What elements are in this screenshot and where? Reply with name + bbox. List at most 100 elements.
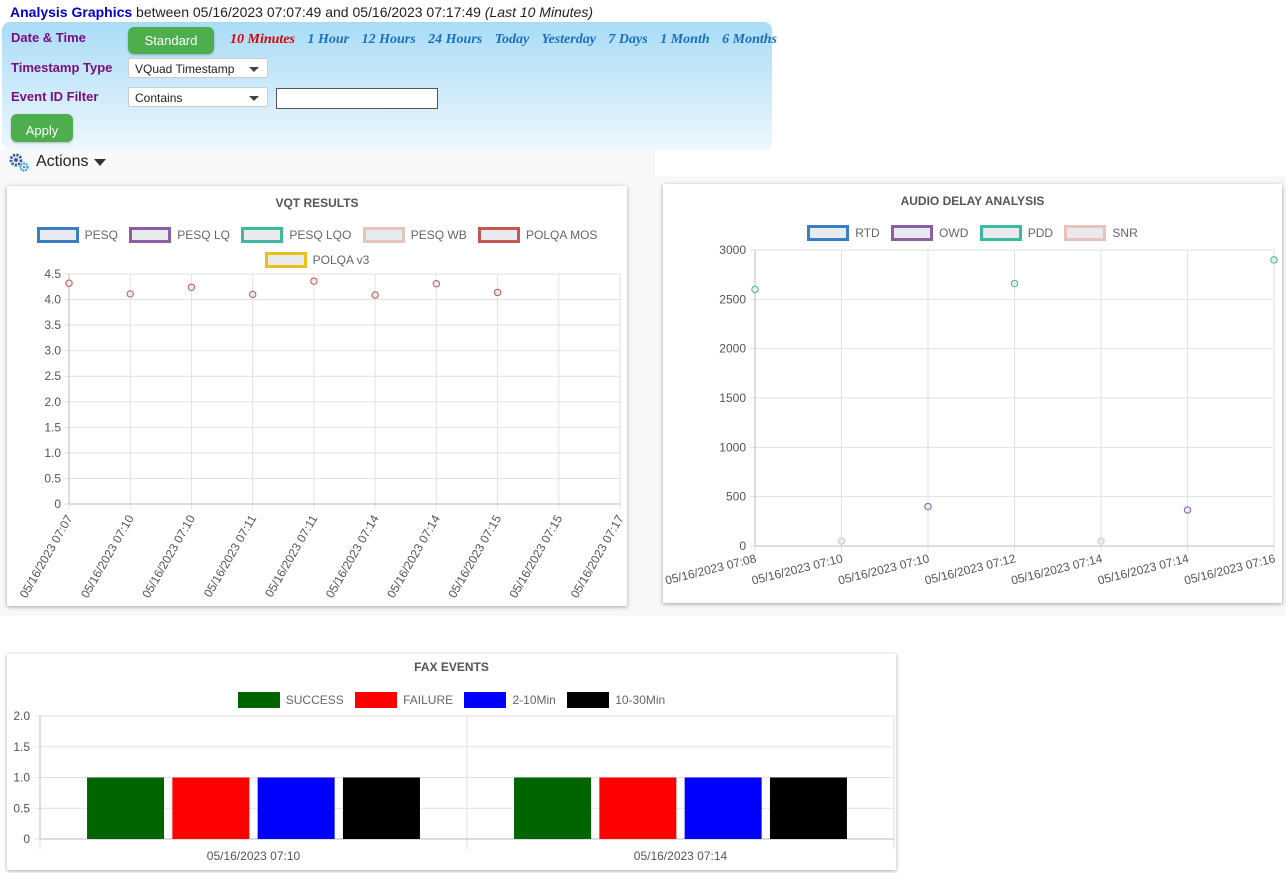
x-tick-label: 05/16/2023 07:14: [1010, 551, 1104, 587]
bar: [514, 777, 592, 839]
y-tick-label: 0: [739, 539, 746, 553]
y-tick-label: 4.5: [44, 267, 61, 281]
y-tick-label: 1500: [719, 391, 746, 405]
y-tick-label: 2500: [719, 292, 746, 306]
x-tick-label: 05/16/2023 07:17: [568, 512, 627, 600]
x-tick-label: 05/16/2023 07:16: [1183, 551, 1277, 587]
x-tick-label: 05/16/2023 07:10: [750, 551, 844, 587]
data-point: [1010, 279, 1019, 288]
bar: [342, 777, 420, 839]
data-point: [1183, 506, 1192, 514]
vqt-results-card: VQT RESULTS PESQ PESQ LQ PESQ LQO PESQ W…: [7, 186, 627, 606]
chevron-down-icon: [249, 67, 259, 72]
actions-menu[interactable]: Actions: [8, 152, 107, 172]
x-tick-label: 05/16/2023 07:10: [78, 512, 137, 600]
vqt-chart-plot: 0 0.5 1.0 1.5 2.0 2.5 3.0 3.5 4.0 4.5 05/16/2023 0…: [17, 267, 627, 600]
y-tick-label: 0.5: [13, 801, 30, 815]
fax-events-chart-plot: 0 0.5 1.0 1.5 2.0 05/16/2023 07:10 05/16/2023 …: [13, 709, 895, 863]
y-tick-label: 1000: [719, 440, 746, 454]
data-point: [751, 285, 759, 294]
x-tick-label: 05/16/2023 07:14: [384, 512, 443, 600]
y-tick-label: 0.5: [44, 471, 61, 485]
y-tick-label: 4.0: [44, 293, 61, 307]
y-tick-label: 3000: [719, 243, 746, 257]
y-tick-label: 3.0: [44, 344, 61, 358]
data-point: [187, 283, 196, 291]
y-tick-label: 500: [726, 490, 746, 504]
event-id-filter-mode-value: Contains: [135, 91, 183, 105]
quick-range-yesterday[interactable]: Yesterday: [541, 32, 595, 47]
bar: [769, 777, 847, 839]
bar: [684, 777, 762, 839]
quick-range-7-days[interactable]: 7 Days: [608, 32, 647, 47]
y-tick-label: 1.0: [13, 771, 30, 785]
chevron-down-icon: [249, 96, 259, 101]
x-tick-label: 05/16/2023 07:07: [17, 512, 76, 600]
page-title: Analysis Graphics: [10, 4, 133, 20]
event-id-filter-mode-select[interactable]: Contains: [128, 87, 268, 107]
quick-range-24-hours[interactable]: 24 Hours: [428, 32, 482, 47]
timestamp-type-value: VQuad Timestamp: [135, 62, 235, 76]
data-point: [65, 279, 73, 287]
y-tick-label: 2.0: [13, 709, 30, 723]
filter-panel: Date & Time Standard 10 Minutes 1 Hour 1…: [2, 22, 777, 150]
x-tick-label: 05/16/2023 07:15: [507, 512, 566, 600]
y-tick-label: 1.5: [44, 420, 61, 434]
range-description: (Last 10 Minutes): [484, 4, 593, 20]
timestamp-type-select[interactable]: VQuad Timestamp: [128, 58, 268, 78]
data-point: [432, 280, 441, 288]
y-tick-label: 1.0: [44, 446, 61, 460]
x-tick-label: 05/16/2023 07:10: [207, 849, 301, 863]
event-id-filter-input[interactable]: [276, 88, 438, 109]
timestamp-type-label: Timestamp Type: [11, 60, 113, 75]
gears-icon: [9, 153, 29, 172]
apply-button[interactable]: Apply: [11, 114, 73, 142]
quick-range-links: 10 Minutes 1 Hour 12 Hours 24 Hours Toda…: [230, 32, 786, 48]
audio-delay-chart-plot: 0 500 1000 1500 2000 2500 3000 05/16/2023 07:08…: [664, 243, 1278, 588]
quick-range-6-months[interactable]: 6 Months: [722, 32, 777, 47]
y-tick-label: 1.5: [13, 740, 30, 754]
y-tick-label: 2.5: [44, 369, 61, 383]
x-tick-label: 05/16/2023 07:14: [323, 512, 382, 600]
x-tick-label: 05/16/2023 07:12: [923, 551, 1017, 587]
data-point: [493, 288, 502, 297]
bar: [257, 777, 335, 839]
actions-label: Actions: [36, 153, 89, 170]
date-range-text: between 05/16/2023 07:07:49 and 05/16/20…: [132, 4, 485, 20]
x-tick-label: 05/16/2023 07:14: [1096, 551, 1190, 587]
data-point: [371, 291, 379, 299]
date-time-label: Date & Time: [11, 30, 86, 45]
data-point: [1097, 537, 1105, 545]
data-point: [248, 290, 257, 299]
data-point: [924, 502, 932, 511]
quick-range-10-minutes[interactable]: 10 Minutes: [230, 32, 295, 47]
quick-range-1-month[interactable]: 1 Month: [660, 32, 709, 47]
event-id-filter-label: Event ID Filter: [11, 89, 99, 104]
page-header: Analysis Graphics between 05/16/2023 07:…: [10, 4, 593, 20]
x-tick-label: 05/16/2023 07:14: [634, 849, 728, 863]
y-tick-label: 2000: [719, 342, 746, 356]
x-tick-label: 05/16/2023 07:10: [837, 551, 931, 587]
quick-range-today[interactable]: Today: [495, 32, 529, 47]
x-tick-label: 05/16/2023 07:11: [262, 512, 321, 599]
y-tick-label: 0: [54, 497, 61, 511]
quick-range-12-hours[interactable]: 12 Hours: [362, 32, 416, 47]
fax-events-card: FAX EVENTS SUCCESS FAILURE 2-10Min 10-30…: [7, 654, 896, 870]
caret-down-icon: [94, 158, 107, 166]
y-tick-label: 3.5: [44, 318, 61, 332]
x-tick-label: 05/16/2023 07:08: [664, 551, 758, 587]
standard-button[interactable]: Standard: [128, 27, 214, 54]
data-point: [1270, 256, 1278, 264]
y-tick-label: 2.0: [44, 395, 61, 409]
data-point: [126, 290, 134, 298]
quick-range-1-hour[interactable]: 1 Hour: [307, 32, 349, 47]
data-point: [310, 277, 318, 285]
x-tick-label: 05/16/2023 07:10: [139, 512, 198, 600]
x-tick-label: 05/16/2023 07:11: [201, 512, 260, 599]
bar: [599, 777, 677, 839]
audio-delay-card: AUDIO DELAY ANALYSIS RTD OWD PDD SNR 0 50…: [663, 184, 1282, 603]
x-tick-label: 05/16/2023 07:15: [445, 512, 504, 600]
bar: [87, 777, 165, 839]
bar: [172, 777, 250, 839]
data-point: [837, 537, 846, 545]
